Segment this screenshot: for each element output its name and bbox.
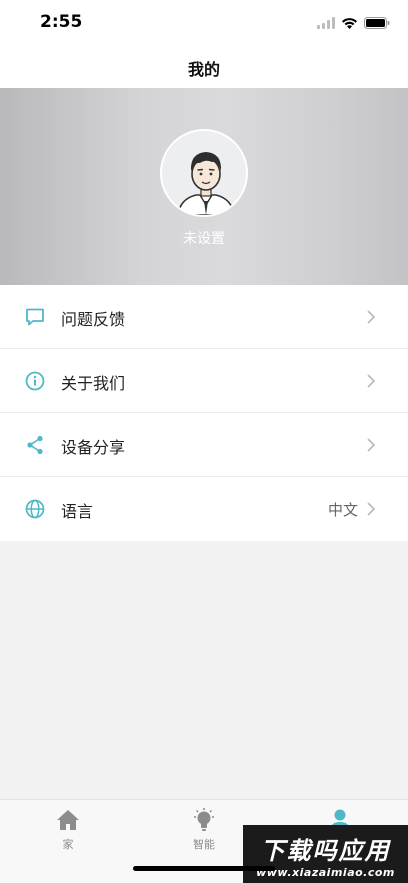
profile-screen: 2:55 我的 未设置 问题反馈 关于我们 设备分享 语言 中文 家 智能 下载… xyxy=(0,0,408,883)
profile-header: 未设置 xyxy=(0,88,408,285)
menu-item-label: 设备分享 xyxy=(61,438,126,457)
watermark: 下载吗应用 www.xiazaimiao.com xyxy=(243,825,408,883)
home-indicator[interactable] xyxy=(133,866,275,871)
chevron-right-icon xyxy=(366,501,376,517)
menu-item-feedback[interactable]: 问题反馈 xyxy=(0,285,408,349)
menu-item-label: 语言 xyxy=(61,502,94,521)
tab-label: 家 xyxy=(62,838,74,851)
menu-item-label: 关于我们 xyxy=(61,374,126,393)
signal-icon xyxy=(317,14,335,33)
menu-item-device-share[interactable]: 设备分享 xyxy=(0,413,408,477)
lightbulb-icon xyxy=(191,808,217,832)
menu-item-about[interactable]: 关于我们 xyxy=(0,349,408,413)
page-title: 我的 xyxy=(187,60,220,79)
menu-item-language[interactable]: 语言 中文 xyxy=(0,477,408,541)
nav-bar: 我的 xyxy=(0,46,408,88)
status-icons xyxy=(317,14,390,33)
language-value: 中文 xyxy=(327,501,358,519)
home-icon xyxy=(55,808,81,832)
profile-name[interactable]: 未设置 xyxy=(0,228,408,248)
wifi-icon xyxy=(341,14,358,33)
chevron-right-icon xyxy=(366,309,376,325)
battery-icon xyxy=(364,14,390,33)
chevron-right-icon xyxy=(366,373,376,389)
info-icon xyxy=(24,370,46,392)
chevron-right-icon xyxy=(366,437,376,453)
chat-bubble-icon xyxy=(24,306,46,328)
status-bar: 2:55 xyxy=(0,0,408,46)
status-time: 2:55 xyxy=(40,12,83,32)
avatar[interactable] xyxy=(160,129,248,217)
tab-home[interactable]: 家 xyxy=(0,808,136,860)
person-avatar-icon xyxy=(162,131,246,215)
share-icon xyxy=(24,434,46,456)
watermark-title: 下载吗应用 xyxy=(260,837,391,865)
globe-icon xyxy=(24,498,46,520)
settings-menu: 问题反馈 关于我们 设备分享 语言 中文 xyxy=(0,285,408,541)
menu-item-label: 问题反馈 xyxy=(61,310,126,329)
